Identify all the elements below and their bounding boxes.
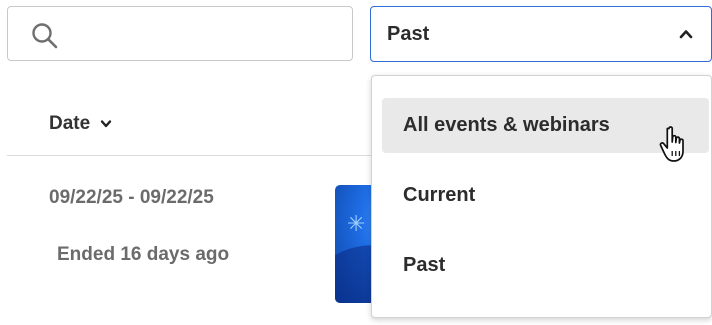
option-label: All events & webinars <box>403 114 610 136</box>
chevron-down-icon <box>100 120 112 128</box>
event-date-range: 09/22/25 - 09/22/25 <box>49 187 214 208</box>
page: Past Date 09/22/25 - 09/22/25 Ended 16 d… <box>0 0 712 325</box>
filter-dropdown-menu: All events & webinars Current Past <box>371 75 712 318</box>
search-icon <box>32 23 58 49</box>
option-label: Past <box>403 254 446 276</box>
event-status: Ended 16 days ago <box>57 244 230 265</box>
event-filter-select[interactable]: Past <box>370 6 712 62</box>
option-current[interactable]: Current <box>382 168 709 223</box>
chevron-up-icon <box>679 30 693 39</box>
date-column-header[interactable]: Date <box>49 113 112 135</box>
date-header-label: Date <box>49 113 91 134</box>
header-divider <box>7 155 377 156</box>
sparkle-icon: ✳ <box>347 211 366 236</box>
option-past[interactable]: Past <box>382 238 709 293</box>
hand-cursor-icon <box>659 126 684 162</box>
filter-selected-value: Past <box>387 23 430 45</box>
search-input[interactable] <box>7 6 353 61</box>
option-label: Current <box>403 184 476 206</box>
